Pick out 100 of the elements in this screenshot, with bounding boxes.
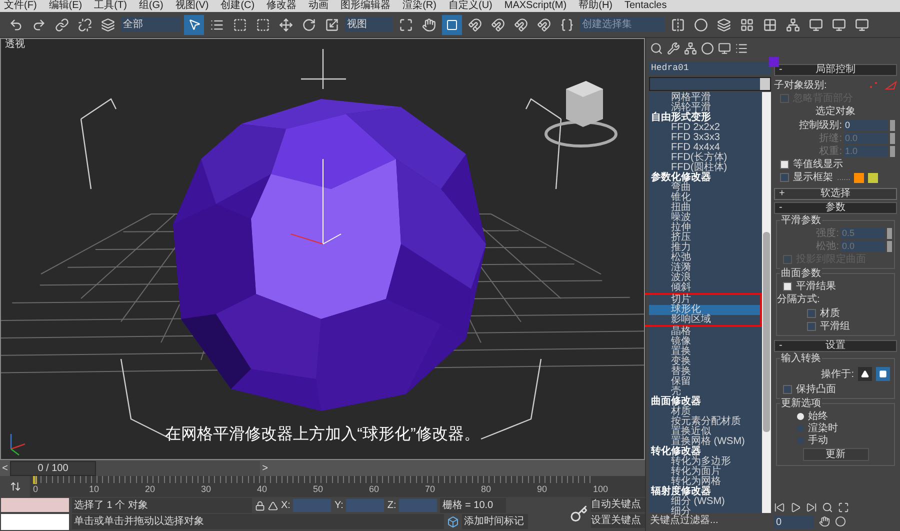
checkbox[interactable]	[783, 282, 792, 291]
radio-label[interactable]: 始终	[808, 408, 828, 424]
triangle-icon[interactable]	[861, 370, 869, 378]
modifier-item[interactable]: FFD(长方体)	[649, 153, 762, 163]
rollout-header[interactable]: + 软选择	[774, 188, 897, 200]
number-field[interactable]: 0	[844, 120, 888, 131]
modifier-item[interactable]: 转化为多边形	[649, 457, 762, 467]
modifier-dropdown[interactable]	[649, 77, 771, 91]
set-key-button[interactable]: 设置关键点	[591, 514, 645, 528]
modifier-item[interactable]: 拉伸	[649, 223, 762, 233]
display-tab-icon[interactable]	[718, 42, 731, 54]
modifier-item[interactable]: 挤压	[649, 233, 762, 243]
time-ruler[interactable]: 0 10 20 30 40 50 60 70 80 90 100	[30, 476, 645, 497]
selection-filter-dropdown[interactable]: 全部	[121, 17, 181, 32]
play-icon[interactable]	[790, 502, 801, 513]
modifier-item[interactable]: 涡轮平滑	[649, 103, 762, 113]
checkbox[interactable]	[807, 309, 816, 318]
menu-item[interactable]: MAXScript(M)	[504, 1, 567, 11]
modifier-item[interactable]: 转化为面片	[649, 467, 762, 477]
auto-key-button[interactable]: 自动关键点	[591, 498, 645, 512]
checkbox-label[interactable]: 等值线显示	[793, 157, 843, 172]
radio-button[interactable]	[797, 412, 804, 420]
modifier-item[interactable]: 扭曲	[649, 203, 762, 213]
viewport-label[interactable]: 透视	[5, 40, 25, 50]
modifier-item[interactable]: 镜像	[649, 337, 762, 347]
go-to-end-icon[interactable]	[806, 502, 817, 513]
modifier-item[interactable]: 置换网格 (WSM)	[649, 437, 762, 447]
go-to-start-icon[interactable]	[774, 502, 785, 513]
object-color-swatch[interactable]	[769, 57, 779, 67]
category-header[interactable]: 曲面修改器	[649, 397, 762, 407]
checkbox-label[interactable]: 材质	[820, 306, 840, 321]
rollout-header[interactable]: - 局部控制	[774, 64, 897, 76]
reference-coordinate-dropdown[interactable]: 视图	[345, 17, 393, 32]
menu-item[interactable]: Tentacles	[624, 1, 667, 11]
modifier-item[interactable]: FFD(圆柱体)	[649, 163, 762, 173]
modifier-item[interactable]: 切片	[649, 295, 760, 305]
modifier-item[interactable]: 按元素分配材质	[649, 417, 762, 427]
frame-field[interactable]: 0	[774, 516, 814, 529]
checkbox-label[interactable]: 保持凸面	[796, 382, 836, 397]
triangle-mode-button[interactable]	[858, 367, 872, 381]
polyhedron-drawing[interactable]	[173, 99, 486, 411]
object-name-field[interactable]: Hedra01	[649, 62, 771, 74]
radio-label[interactable]: 手动	[808, 432, 828, 448]
modifier-item[interactable]: 网格平滑	[649, 93, 762, 103]
viewport[interactable]: 透视 在网格平滑修改器上方加入“球形化”修改器。	[0, 38, 645, 460]
modifier-item[interactable]: 细分 (WSM)	[649, 497, 762, 507]
key-filters-button[interactable]: 关键点过滤器...	[650, 514, 718, 528]
modifier-item[interactable]: 波浪	[649, 273, 762, 283]
rollout-header[interactable]: - 参数	[774, 202, 897, 214]
menu-item[interactable]: 创建(C)	[220, 1, 255, 11]
menu-item[interactable]: 图形编辑器	[340, 1, 391, 11]
modifier-item[interactable]: 推力	[649, 243, 762, 253]
modifier-item[interactable]: FFD 2x2x2	[649, 123, 762, 133]
modifier-item[interactable]: 松弛	[649, 253, 762, 263]
vertex-color-swatch[interactable]	[868, 172, 878, 182]
checkbox-label[interactable]: 平滑组	[820, 319, 850, 334]
category-header[interactable]: 辐射度修改器	[649, 487, 762, 497]
modifier-item[interactable]: 噪波	[649, 213, 762, 223]
checkbox-label[interactable]: 显示框架	[793, 170, 833, 185]
checkbox[interactable]	[780, 173, 789, 182]
radio-button[interactable]	[797, 436, 804, 444]
modify-tab-icon[interactable]	[667, 42, 680, 54]
modifier-item[interactable]: 锥化	[649, 193, 762, 203]
menu-item[interactable]: 工具(T)	[94, 1, 127, 11]
listener-field[interactable]	[1, 514, 69, 530]
pan-icon[interactable]	[819, 516, 830, 527]
modifier-item[interactable]: 变换	[649, 357, 762, 367]
menu-item[interactable]: 动画	[308, 1, 329, 11]
category-header[interactable]: 参数化修改器	[649, 173, 762, 183]
modifier-item[interactable]: 影响区域	[649, 315, 760, 325]
menu-item[interactable]: 帮助(H)	[578, 1, 612, 11]
update-button[interactable]: 更新	[802, 448, 868, 461]
category-header[interactable]: 自由形式变形	[649, 113, 762, 123]
modifier-item[interactable]: 材质	[649, 407, 762, 417]
hierarchy-tab-icon[interactable]	[684, 42, 697, 54]
checkbox-label[interactable]: 平滑结果	[796, 279, 836, 294]
checkbox-icon[interactable]	[442, 14, 462, 34]
modifier-item[interactable]: 置换近似	[649, 427, 762, 437]
menu-item[interactable]: 组(G)	[138, 1, 164, 11]
modifier-item[interactable]: FFD 3x3x3	[649, 133, 762, 143]
menu-item[interactable]: 修改器	[266, 1, 297, 11]
modifier-item[interactable]: 保留	[649, 377, 762, 387]
category-header[interactable]: 转化修改器	[649, 447, 762, 457]
key-icon[interactable]	[570, 505, 588, 523]
utilities-tab-icon[interactable]	[735, 42, 748, 54]
cage-color-swatch[interactable]	[854, 172, 864, 182]
zoom-icon[interactable]	[822, 502, 833, 513]
frame-counter-button[interactable]: 0 / 100	[10, 460, 96, 476]
checkbox[interactable]	[807, 322, 816, 331]
checkbox[interactable]	[783, 385, 792, 394]
modifier-item[interactable]: 晶格	[649, 327, 762, 337]
radio-button[interactable]	[797, 424, 804, 432]
menu-item[interactable]: 视图(V)	[175, 1, 209, 11]
select-icon[interactable]	[184, 14, 204, 34]
menu-item[interactable]: 编辑(E)	[48, 1, 82, 11]
rollout-header[interactable]: - 设置	[774, 340, 897, 352]
checkbox[interactable]	[780, 160, 789, 169]
y-field[interactable]	[346, 499, 384, 512]
lock-icon[interactable]	[255, 500, 265, 510]
modifier-item[interactable]: 弯曲	[649, 183, 762, 193]
